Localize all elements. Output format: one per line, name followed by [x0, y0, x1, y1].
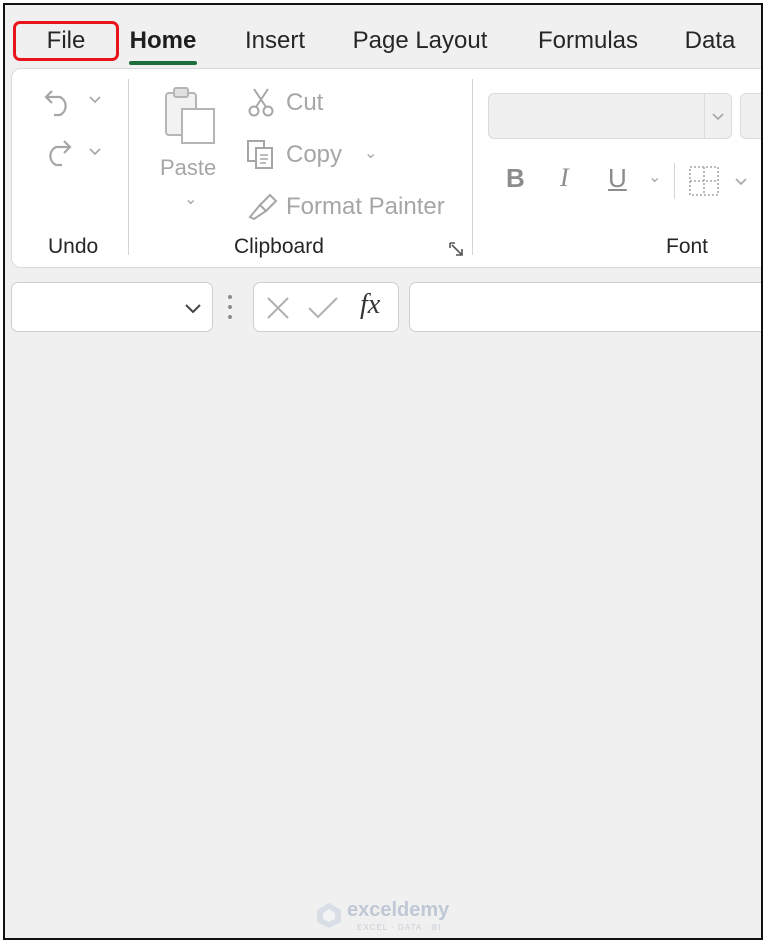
- exceldemy-logo-icon: [317, 903, 341, 928]
- tab-page-layout-label: Page Layout: [352, 27, 488, 54]
- exceldemy-watermark: exceldemy EXCEL · DATA · BI: [311, 897, 471, 937]
- tab-insert[interactable]: Insert: [233, 21, 317, 61]
- paste-button[interactable]: [160, 85, 220, 152]
- font-name-dropdown[interactable]: [704, 94, 731, 138]
- undo-button[interactable]: [42, 83, 104, 122]
- tab-insert-label: Insert: [244, 27, 306, 54]
- copy-dropdown-chevron-icon[interactable]: ⌄: [364, 143, 377, 163]
- paste-label: Paste: [160, 155, 217, 180]
- formula-input[interactable]: [409, 282, 761, 332]
- paste-dropdown-chevron-icon[interactable]: ⌄: [184, 189, 197, 209]
- active-tab-indicator: [129, 61, 197, 65]
- redo-icon: [49, 140, 101, 167]
- underline-dropdown-chevron-icon[interactable]: ⌄: [648, 167, 661, 187]
- ribbon-tab-bar: File Home Insert Page Layout Formulas Da…: [5, 5, 761, 69]
- bold-button[interactable]: B: [506, 163, 525, 194]
- format-painter-icon: [246, 191, 278, 226]
- clipboard-group-label: Clipboard: [234, 235, 324, 258]
- cut-icon: [248, 87, 274, 122]
- undo-icon: [44, 90, 101, 117]
- font-name-combobox[interactable]: [488, 93, 732, 139]
- watermark-tagline: EXCEL · DATA · BI: [357, 923, 442, 932]
- italic-button[interactable]: I: [560, 163, 569, 193]
- undo-group-label: Undo: [48, 235, 99, 258]
- borders-button[interactable]: [688, 165, 754, 204]
- cancel-icon[interactable]: [264, 295, 292, 321]
- font-tools-separator: [674, 163, 675, 199]
- formula-bar-resize-handle[interactable]: [227, 292, 233, 322]
- chevron-down-icon: [712, 113, 724, 121]
- enter-check-icon[interactable]: [306, 295, 340, 321]
- tab-file-label: File: [46, 27, 86, 54]
- font-size-combobox[interactable]: [740, 93, 761, 139]
- ribbon-home: Undo Paste ⌄ Cut Copy ⌄ Format Painter C…: [11, 68, 761, 268]
- group-separator: [472, 79, 473, 255]
- tab-page-layout[interactable]: Page Layout: [345, 21, 495, 61]
- formula-buttons: fx: [253, 282, 399, 332]
- tab-file[interactable]: File: [13, 21, 119, 61]
- borders-icon: [689, 166, 747, 196]
- copy-button[interactable]: Copy: [286, 141, 342, 169]
- format-painter-button[interactable]: Format Painter: [286, 193, 445, 221]
- tab-data-label: Data: [684, 27, 736, 54]
- name-box[interactable]: [11, 282, 213, 332]
- tab-formulas-label: Formulas: [537, 27, 639, 54]
- clipboard-dialog-launcher-icon[interactable]: [448, 241, 464, 262]
- redo-button[interactable]: [42, 135, 104, 174]
- chevron-down-icon: [185, 304, 201, 314]
- insert-function-button[interactable]: fx: [360, 289, 380, 321]
- tab-home-label: Home: [129, 27, 197, 54]
- tab-formulas[interactable]: Formulas: [533, 21, 643, 61]
- tab-home[interactable]: Home: [125, 21, 201, 65]
- tab-data[interactable]: Data: [677, 21, 743, 61]
- copy-icon: [246, 139, 276, 176]
- excel-window: File Home Insert Page Layout Formulas Da…: [3, 3, 763, 940]
- cut-button[interactable]: Cut: [286, 89, 323, 117]
- font-group-label: Font: [666, 235, 709, 258]
- paste-icon: [165, 87, 215, 144]
- watermark-brand: exceldemy: [347, 899, 450, 921]
- underline-button[interactable]: U: [608, 163, 627, 194]
- group-separator: [128, 79, 129, 255]
